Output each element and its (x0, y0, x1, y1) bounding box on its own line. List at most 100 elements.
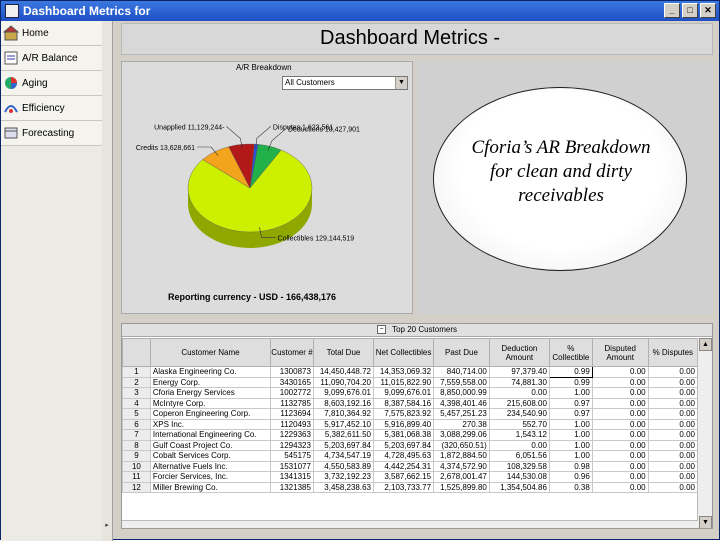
table-cell[interactable]: 1132785 (270, 397, 314, 409)
table-cell[interactable]: 1321385 (270, 481, 314, 493)
sidebar-item-efficiency[interactable]: Efficiency (1, 96, 112, 121)
table-cell[interactable]: 3430165 (270, 376, 314, 388)
table-row[interactable]: 6 XPS Inc. 1120493 5,917,452.10 5,916,899.40… (122, 418, 699, 430)
table-cell[interactable]: 1,543.12 (488, 429, 550, 441)
column-header[interactable]: Total Due (312, 338, 375, 367)
table-cell[interactable]: 11,090,704.20 (312, 376, 375, 388)
table-cell[interactable]: 1120493 (270, 418, 314, 430)
scroll-right-arrow-icon[interactable]: ▸ (102, 521, 112, 531)
table-cell[interactable]: 0.00 (647, 471, 699, 483)
sidebar-scrollbar[interactable]: ▸ (102, 21, 112, 541)
table-cell[interactable]: 5,916,899.40 (372, 418, 435, 430)
table-cell[interactable]: 1.00 (548, 429, 593, 441)
table-cell[interactable]: 0.00 (591, 418, 649, 430)
table-cell[interactable]: 0.97 (548, 408, 593, 420)
table-cell[interactable]: Cobalt Services Corp. (149, 450, 272, 462)
table-cell[interactable]: 6,051.56 (488, 450, 550, 462)
table-cell[interactable]: 0.38 (548, 481, 593, 493)
table-cell[interactable]: 8,850,000.99 (433, 387, 490, 399)
table-cell[interactable]: 0.00 (591, 387, 649, 399)
table-cell[interactable]: 5,457,251.23 (433, 408, 490, 420)
scroll-up-icon[interactable]: ▲ (699, 338, 712, 351)
table-row[interactable]: 10 Alternative Fuels Inc. 1531077 4,550,583… (122, 460, 699, 472)
collapse-icon[interactable]: − (377, 325, 386, 335)
table-cell[interactable]: 5,381,068.38 (372, 429, 435, 441)
table-cell[interactable]: 4,398,401.46 (433, 397, 490, 409)
table-cell[interactable]: 1341315 (270, 471, 314, 483)
table-cell[interactable]: 545175 (270, 450, 314, 462)
table-cell[interactable]: 4,734,547.19 (312, 450, 375, 462)
table-cell[interactable]: 0.96 (548, 471, 593, 483)
table-cell[interactable]: Alaska Engineering Co. (149, 366, 272, 378)
table-cell[interactable]: 74,881.30 (488, 376, 550, 388)
table-cell[interactable]: 1,525,899.80 (433, 481, 490, 493)
table-cell[interactable]: 1.00 (548, 387, 593, 399)
table-cell[interactable]: 270.38 (433, 418, 490, 430)
table-cell[interactable]: 4,550,583.89 (312, 460, 375, 472)
table-cell[interactable]: Energy Corp. (149, 376, 272, 388)
table-cell[interactable]: 8,387,584.16 (372, 397, 435, 409)
column-header[interactable]: Customer Name (149, 338, 272, 367)
table-cell[interactable]: 0.00 (591, 376, 649, 388)
table-cell[interactable]: 5,203,697.84 (312, 439, 375, 451)
table-cell[interactable]: 9,099,676.01 (372, 387, 435, 399)
table-cell[interactable]: 0.00 (591, 439, 649, 451)
column-header[interactable]: Disputed Amount (591, 338, 649, 367)
table-cell[interactable]: 0.00 (647, 429, 699, 441)
table-cell[interactable]: 1.00 (548, 439, 593, 451)
table-cell[interactable]: 840,714.00 (433, 366, 490, 378)
table-cell[interactable]: 0.00 (488, 387, 550, 399)
table-cell[interactable]: 0.00 (591, 366, 649, 378)
table-cell[interactable]: 0.00 (591, 408, 649, 420)
table-cell[interactable]: 1294323 (270, 439, 314, 451)
table-cell[interactable]: 4,442,254.31 (372, 460, 435, 472)
column-header[interactable]: Customer # (270, 338, 314, 367)
table-cell[interactable]: 0.00 (647, 376, 699, 388)
table-cell[interactable]: 0.00 (647, 397, 699, 409)
table-cell[interactable]: 5,917,452.10 (312, 418, 375, 430)
table-cell[interactable]: 0.00 (647, 450, 699, 462)
table-cell[interactable]: 7,810,364.92 (312, 408, 375, 420)
close-button[interactable]: ✕ (700, 3, 716, 18)
table-cell[interactable]: Cforia Energy Services (149, 387, 272, 399)
table-row[interactable]: 11 Forcier Services, Inc. 1341315 3,732,192… (122, 471, 699, 483)
table-cell[interactable]: 1002772 (270, 387, 314, 399)
table-cell[interactable]: 14,450,448.72 (312, 366, 375, 378)
table-cell[interactable]: 0.00 (591, 471, 649, 483)
table-cell[interactable]: 144,530.08 (488, 471, 550, 483)
table-cell[interactable]: 1.00 (548, 450, 593, 462)
table-row[interactable]: 4 McIntyre Corp. 1132785 8,603,192.16 8,387,… (122, 397, 699, 409)
table-cell[interactable]: 0.00 (591, 450, 649, 462)
table-cell[interactable]: Forcier Services, Inc. (149, 471, 272, 483)
table-cell[interactable]: 1,354,504.86 (488, 481, 550, 493)
table-cell[interactable]: 0.00 (591, 397, 649, 409)
table-cell[interactable]: 2,103,733.77 (372, 481, 435, 493)
table-cell[interactable]: McIntyre Corp. (149, 397, 272, 409)
table-row[interactable]: 8 Gulf Coast Project Co. 1294323 5,203,697.… (122, 439, 699, 451)
table-row[interactable]: 9 Cobalt Services Corp. 545175 4,734,547.19… (122, 450, 699, 462)
table-cell[interactable]: 0.00 (647, 460, 699, 472)
table-row[interactable]: 12 Miller Brewing Co. 1321385 3,458,238.63 2… (122, 481, 699, 493)
table-cell[interactable]: 0.00 (647, 418, 699, 430)
table-cell[interactable]: 0.00 (647, 408, 699, 420)
sidebar-item-forecasting[interactable]: Forecasting (1, 121, 112, 146)
scroll-down-icon[interactable]: ▼ (699, 516, 712, 528)
table-cell[interactable]: 108,329.58 (488, 460, 550, 472)
table-cell[interactable]: 7,559,558.00 (433, 376, 490, 388)
table-cell[interactable]: 0.00 (488, 439, 550, 451)
table-cell[interactable]: 0.00 (591, 460, 649, 472)
table-cell[interactable]: 97,379.40 (488, 366, 550, 378)
table-cell[interactable]: 8,603,192.16 (312, 397, 375, 409)
table-row[interactable]: 3 Cforia Energy Services 1002772 9,099,676.… (122, 387, 699, 399)
table-cell[interactable]: 3,458,238.63 (312, 481, 375, 493)
customer-filter-select[interactable]: All Customers ▼ (282, 76, 408, 90)
table-row[interactable]: 1 Alaska Engineering Co. 1300873 14,450,448… (122, 366, 699, 378)
column-header[interactable]: % Collectible (548, 338, 593, 367)
table-cell[interactable]: XPS Inc. (149, 418, 272, 430)
table-cell[interactable]: International Engineering Co. (149, 429, 272, 441)
table-cell[interactable]: 0.00 (647, 366, 699, 378)
sidebar-item-home[interactable]: Home (1, 21, 112, 46)
table-cell[interactable]: 3,587,662.15 (372, 471, 435, 483)
table-row[interactable]: 2 Energy Corp. 3430165 11,090,704.20 11,015,… (122, 376, 699, 388)
table-cell[interactable]: 9,099,676.01 (312, 387, 375, 399)
